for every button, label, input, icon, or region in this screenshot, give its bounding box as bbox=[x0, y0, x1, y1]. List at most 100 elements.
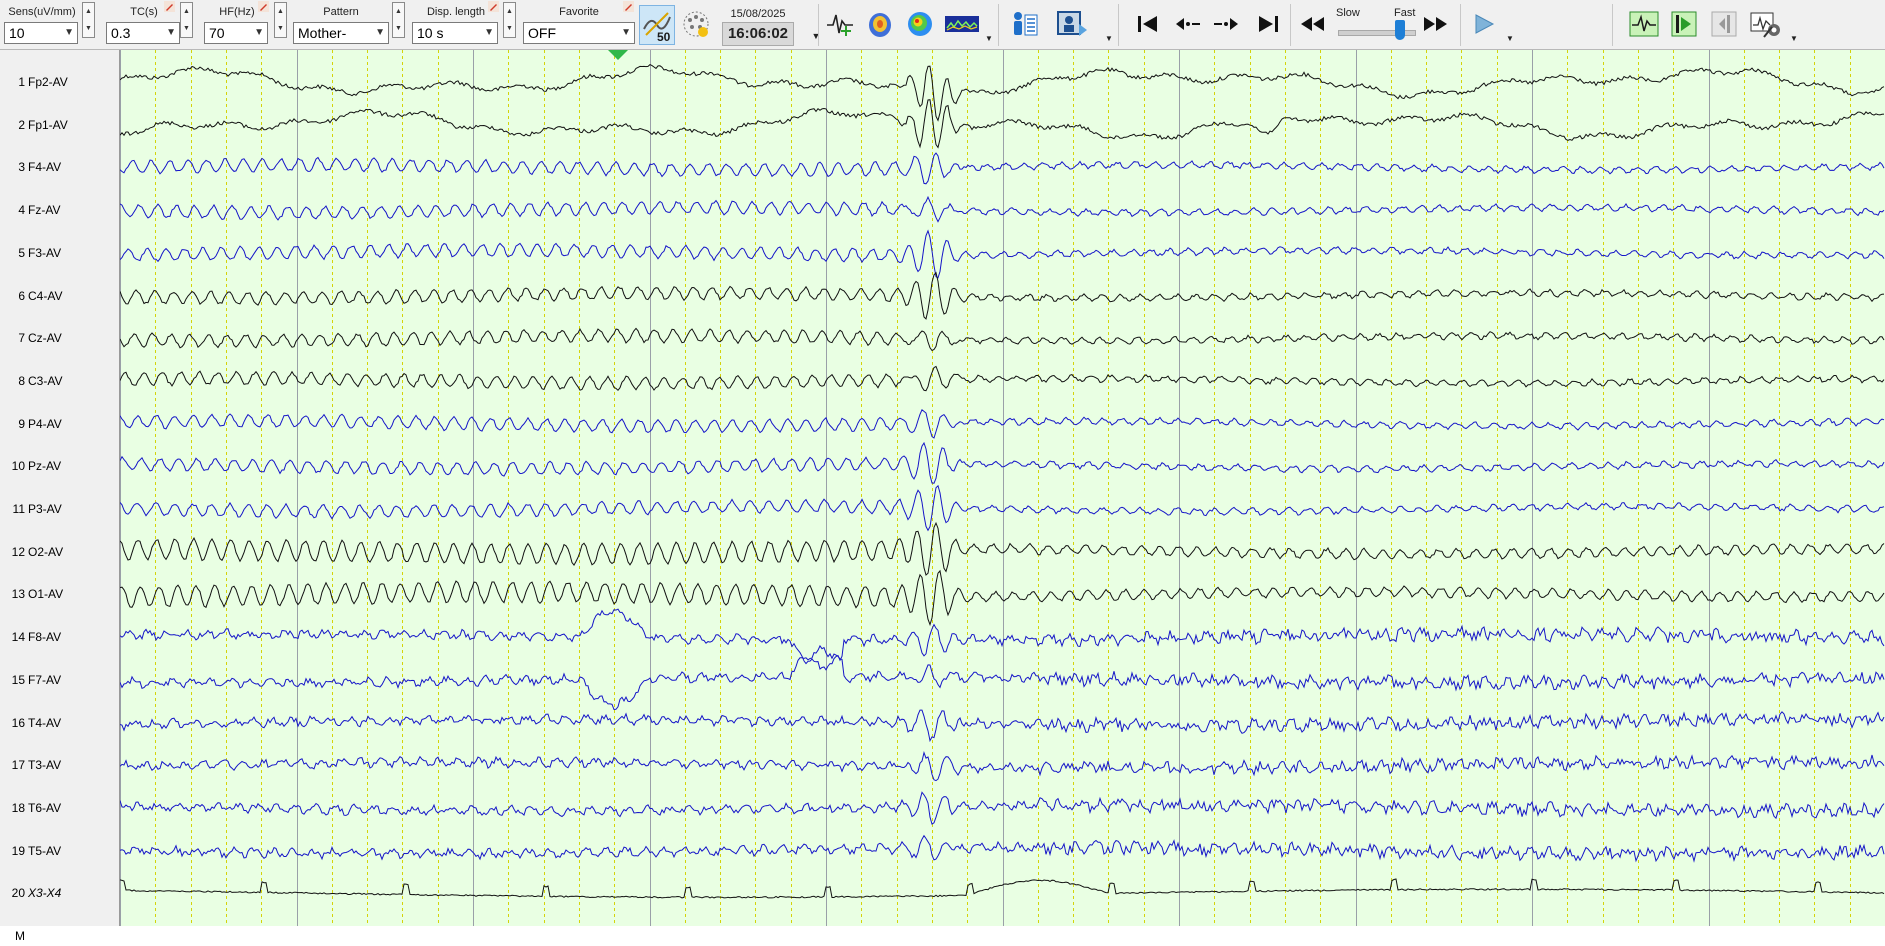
channel-trace[interactable] bbox=[120, 327, 1885, 352]
channel-row[interactable]: 10 Pz-AV bbox=[0, 456, 120, 476]
tc-spinner[interactable]: ▲ ▼ bbox=[180, 2, 193, 38]
channel-trace[interactable] bbox=[120, 878, 1885, 899]
pattern-spinner[interactable]: ▲ ▼ bbox=[392, 2, 405, 38]
channel-label: C3-AV bbox=[28, 373, 63, 388]
dropdown-arrow-icon[interactable]: ▼ bbox=[1105, 34, 1113, 43]
dropdown-arrow-icon[interactable]: ▼ bbox=[1790, 34, 1798, 43]
pattern-select[interactable]: Mother- ▼ bbox=[293, 22, 389, 44]
hf-spinner[interactable]: ▲ ▼ bbox=[274, 2, 287, 38]
montage-view-button[interactable] bbox=[1628, 8, 1660, 40]
rewind-button[interactable] bbox=[1296, 8, 1328, 40]
channel-row[interactable]: 6 C4-AV bbox=[0, 286, 120, 306]
toolbar-separator bbox=[1290, 4, 1291, 46]
marker-button[interactable] bbox=[1668, 8, 1700, 40]
channel-trace[interactable] bbox=[120, 99, 1885, 149]
disp-length-spinner[interactable]: ▲ ▼ bbox=[503, 2, 516, 38]
speed-slider-thumb[interactable] bbox=[1395, 20, 1405, 40]
channel-trace[interactable] bbox=[120, 521, 1885, 576]
tc-select[interactable]: 0.3 ▼ bbox=[106, 22, 180, 44]
spin-up-icon[interactable]: ▲ bbox=[504, 3, 515, 20]
step-back-button[interactable] bbox=[1172, 8, 1204, 40]
channel-row[interactable]: 19 T5-AV bbox=[0, 841, 120, 861]
video-button[interactable] bbox=[1054, 8, 1090, 40]
channel-trace[interactable] bbox=[120, 271, 1885, 320]
channel-trace[interactable] bbox=[120, 152, 1885, 185]
pen-icon[interactable] bbox=[623, 1, 634, 12]
channel-row[interactable]: 3 F4-AV bbox=[0, 157, 120, 177]
channel-row[interactable]: 17 T3-AV bbox=[0, 755, 120, 775]
channel-trace[interactable] bbox=[120, 750, 1885, 782]
channel-trace[interactable] bbox=[120, 484, 1885, 532]
channel-trace[interactable] bbox=[120, 791, 1885, 825]
spin-down-icon[interactable]: ▼ bbox=[83, 20, 94, 37]
channel-row[interactable]: 11 P3-AV bbox=[0, 499, 120, 519]
channel-trace[interactable] bbox=[120, 229, 1885, 279]
spin-down-icon[interactable]: ▼ bbox=[181, 20, 192, 37]
pen-icon[interactable] bbox=[164, 1, 175, 12]
channel-row[interactable]: 7 Cz-AV bbox=[0, 328, 120, 348]
spin-up-icon[interactable]: ▲ bbox=[275, 3, 286, 20]
dropdown-arrow-icon[interactable]: ▼ bbox=[1506, 34, 1514, 43]
channel-row[interactable]: 16 T4-AV bbox=[0, 713, 120, 733]
waveform-button[interactable] bbox=[824, 8, 856, 40]
channel-label: T3-AV bbox=[28, 758, 62, 773]
channel-row[interactable]: 18 T6-AV bbox=[0, 798, 120, 818]
spin-down-icon[interactable]: ▼ bbox=[275, 20, 286, 37]
settings-button[interactable] bbox=[1750, 8, 1782, 40]
favorite-value: OFF bbox=[528, 25, 556, 41]
pen-icon[interactable] bbox=[488, 1, 499, 12]
go-start-button[interactable] bbox=[1132, 8, 1164, 40]
channel-row[interactable]: 9 P4-AV bbox=[0, 414, 120, 434]
panel-button[interactable] bbox=[1708, 8, 1740, 40]
montage-view-icon bbox=[1629, 11, 1659, 37]
channel-trace[interactable] bbox=[120, 644, 1885, 711]
channel-trace[interactable] bbox=[120, 409, 1885, 439]
favorite-select[interactable]: OFF ▼ bbox=[523, 22, 635, 44]
topography-button[interactable] bbox=[904, 8, 936, 40]
eeg-waveform-canvas[interactable] bbox=[120, 50, 1885, 926]
hf-select[interactable]: 70 ▼ bbox=[204, 22, 268, 44]
electrode-map-button[interactable] bbox=[680, 8, 712, 40]
event-marker-icon[interactable] bbox=[608, 50, 628, 60]
channel-row[interactable]: 14 F8-AV bbox=[0, 627, 120, 647]
pen-icon[interactable] bbox=[258, 1, 269, 12]
spin-down-icon[interactable]: ▼ bbox=[393, 20, 404, 37]
spin-up-icon[interactable]: ▲ bbox=[83, 3, 94, 20]
channel-row[interactable]: 15 F7-AV bbox=[0, 670, 120, 690]
channel-trace[interactable] bbox=[120, 709, 1885, 743]
dropdown-arrow-icon[interactable]: ▼ bbox=[985, 34, 993, 43]
step-forward-button[interactable] bbox=[1210, 8, 1242, 40]
play-button[interactable] bbox=[1468, 8, 1500, 40]
channel-row[interactable]: 1 Fp2-AV bbox=[0, 72, 120, 92]
spin-up-icon[interactable]: ▲ bbox=[181, 3, 192, 20]
spin-down-icon[interactable]: ▼ bbox=[504, 20, 515, 37]
channel-row[interactable]: 20 X3-X4 bbox=[0, 883, 120, 903]
channel-row[interactable]: 8 C3-AV bbox=[0, 371, 120, 391]
channel-trace[interactable] bbox=[120, 441, 1885, 484]
eeg-trace-area[interactable] bbox=[120, 50, 1885, 926]
channel-trace[interactable] bbox=[120, 64, 1885, 122]
sens-spinner[interactable]: ▲ ▼ bbox=[82, 2, 95, 38]
disp-length-select[interactable]: 10 s ▼ bbox=[412, 22, 498, 44]
channel-trace[interactable] bbox=[120, 834, 1885, 863]
channel-row[interactable]: 4 Fz-AV bbox=[0, 200, 120, 220]
channel-row[interactable]: 2 Fp1-AV bbox=[0, 115, 120, 135]
go-end-button[interactable] bbox=[1252, 8, 1284, 40]
patient-info-button[interactable] bbox=[1008, 8, 1040, 40]
channel-trace[interactable] bbox=[120, 569, 1885, 627]
spin-up-icon[interactable]: ▲ bbox=[393, 3, 404, 20]
fast-forward-button[interactable] bbox=[1420, 8, 1452, 40]
tc-value: 0.3 bbox=[111, 25, 131, 41]
channel-number: 16 bbox=[11, 715, 25, 730]
head-map-button[interactable] bbox=[864, 8, 896, 40]
channel-label: Fp2-AV bbox=[28, 75, 68, 89]
channel-row[interactable]: 12 O2-AV bbox=[0, 542, 120, 562]
channel-row[interactable]: M bbox=[0, 926, 120, 946]
channel-trace[interactable] bbox=[120, 608, 1885, 671]
channel-row[interactable]: 5 F3-AV bbox=[0, 243, 120, 263]
channel-trace[interactable] bbox=[120, 365, 1885, 392]
spectrum-button[interactable] bbox=[944, 8, 980, 40]
channel-row[interactable]: 13 O1-AV bbox=[0, 584, 120, 604]
channel-trace[interactable] bbox=[120, 195, 1885, 223]
sens-select[interactable]: 10 ▼ bbox=[4, 22, 78, 44]
